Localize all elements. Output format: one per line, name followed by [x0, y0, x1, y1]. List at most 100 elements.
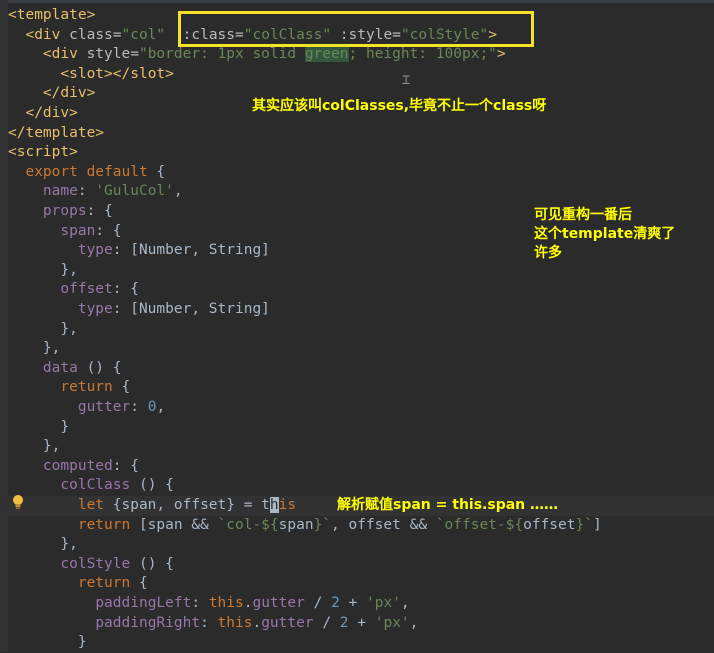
code-line[interactable]: <script>: [0, 143, 78, 163]
code-token: :: [130, 399, 148, 415]
code-line[interactable]: },: [0, 261, 78, 281]
code-token: /: [304, 595, 332, 611]
code-line[interactable]: type: [Number, String]: [0, 241, 270, 261]
code-line[interactable]: <template>: [0, 6, 95, 26]
annotation-rename-note: 其实应该叫colClasses,毕竟不止一个class呀: [252, 98, 547, 114]
code-token: offset: [60, 281, 113, 298]
code-token: },: [8, 536, 78, 553]
code-line[interactable]: offset: {: [0, 280, 139, 300]
code-token: () {: [138, 477, 174, 494]
code-token: "col": [121, 26, 166, 43]
code-line[interactable]: export default {: [0, 163, 165, 183]
lightbulb-icon[interactable]: [12, 494, 24, 510]
code-line[interactable]: return [span && `col-${span}`, offset &&…: [0, 516, 602, 536]
code-token: {: [121, 379, 131, 396]
code-line[interactable]: </div>: [0, 104, 78, 124]
code-token: : [Number, String]: [112, 301, 270, 317]
code-line[interactable]: props: {: [0, 202, 113, 222]
code-token: ; height: 100px;": [348, 46, 497, 63]
code-token: 'px': [366, 595, 401, 611]
code-token: , offset &&: [331, 516, 436, 533]
code-line[interactable]: type: [Number, String]: [0, 300, 270, 320]
code-line[interactable]: data () {: [0, 359, 122, 379]
code-token: :: [77, 183, 96, 200]
code-token: [span &&: [138, 516, 218, 533]
code-line[interactable]: },: [0, 339, 60, 359]
code-token: type: [77, 301, 113, 317]
code-editor[interactable]: <template> <div class="col" :class="colC…: [0, 0, 714, 652]
code-line[interactable]: },: [0, 437, 60, 457]
code-line[interactable]: }: [0, 418, 69, 438]
annotation-destructuring-note: 解析赋值span = this.span ……: [337, 497, 558, 513]
code-line[interactable]: },: [0, 535, 78, 555]
code-token: this: [208, 595, 244, 611]
code-token: }`: [575, 516, 593, 533]
code-token: `col-${: [217, 516, 279, 533]
code-token: : {: [112, 457, 139, 474]
code-token: name: [42, 183, 78, 200]
code-line[interactable]: paddingRight: this.gutter / 2 + 'px',: [0, 614, 418, 634]
code-token: data: [42, 359, 87, 376]
code-token: ,: [400, 595, 410, 611]
code-token: 2: [339, 614, 349, 631]
code-token: `offset-${: [435, 516, 524, 533]
code-line[interactable]: },: [0, 320, 77, 340]
code-token: paddingRight: [95, 614, 201, 631]
highlight-box: [178, 11, 534, 47]
code-line[interactable]: name: 'GuluCol',: [0, 182, 183, 202]
code-token: },: [8, 340, 61, 357]
code-token: h: [269, 497, 279, 513]
code-line[interactable]: <slot></slot>: [0, 65, 174, 85]
code-token: gutter: [252, 595, 305, 611]
code-token: colStyle: [60, 555, 139, 572]
code-token: let: [77, 497, 113, 513]
code-token: .: [252, 614, 262, 631]
code-token: this: [217, 614, 253, 631]
code-token: "border: 1px solid: [138, 46, 305, 63]
code-line[interactable]: gutter: 0,: [0, 398, 165, 418]
code-line[interactable]: colStyle () {: [0, 555, 174, 575]
code-line[interactable]: return {: [0, 378, 130, 398]
code-token: <slot></slot>: [60, 65, 174, 82]
code-token: </div>: [25, 105, 78, 121]
code-line[interactable]: paddingLeft: this.gutter / 2 + 'px',: [0, 594, 410, 614]
code-token: offset: [523, 516, 576, 533]
code-line[interactable]: span: {: [0, 222, 122, 242]
code-token: }`: [313, 516, 332, 533]
code-token: span: [60, 222, 96, 239]
code-line[interactable]: <div style="border: 1px solid green; hei…: [0, 45, 506, 65]
code-line[interactable]: computed: {: [0, 457, 139, 477]
code-token: <div: [42, 46, 87, 63]
code-token: 'px': [374, 614, 410, 631]
code-token: gutter: [77, 399, 131, 415]
code-token: type: [77, 242, 113, 259]
code-token: {: [156, 163, 166, 180]
code-token: {span, offset} = t: [112, 497, 270, 513]
code-token: /: [313, 614, 340, 631]
code-token: class=: [69, 26, 122, 43]
code-token: }: [8, 634, 87, 651]
code-line[interactable]: colClass () {: [0, 476, 174, 496]
code-line[interactable]: }: [0, 633, 87, 653]
code-token: :: [191, 595, 209, 611]
code-token: },: [8, 261, 78, 278]
code-line[interactable]: return {: [0, 574, 148, 594]
code-line[interactable]: </div>: [0, 84, 95, 104]
code-token: >: [496, 46, 506, 63]
code-token: ,: [409, 614, 419, 631]
code-token: return: [60, 379, 122, 396]
code-line[interactable]: </template>: [0, 124, 104, 144]
code-token: : {: [95, 222, 122, 239]
